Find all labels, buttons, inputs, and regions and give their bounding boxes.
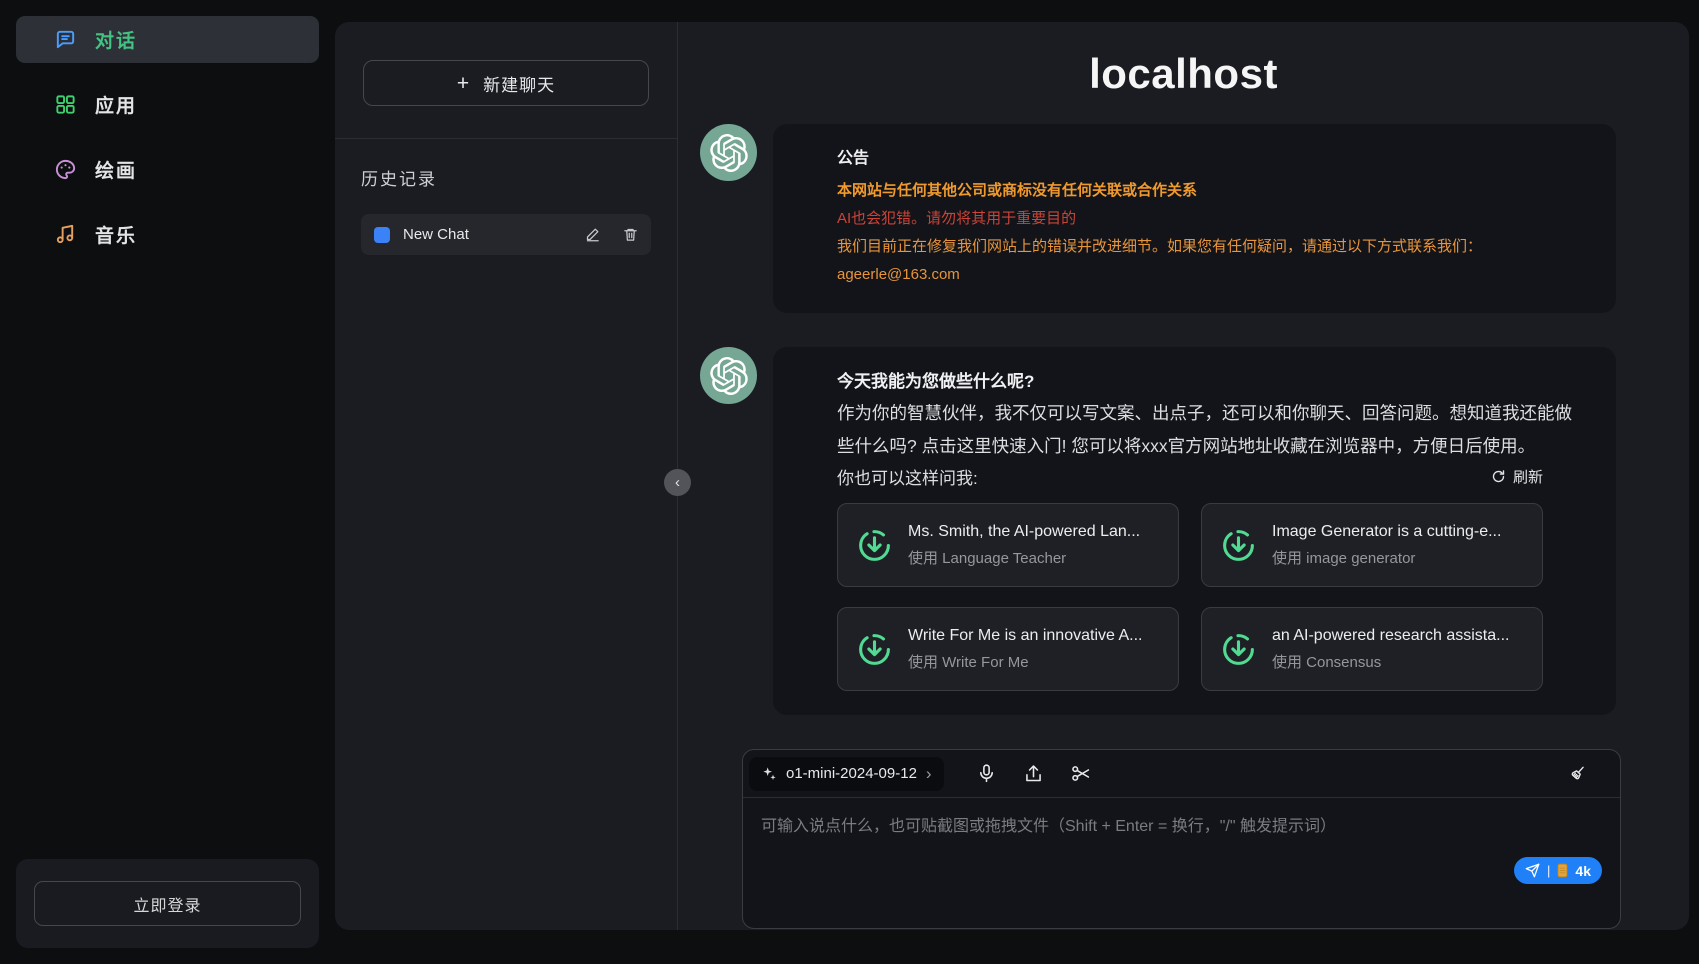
- openai-logo-icon: [710, 134, 748, 172]
- token-coin-icon: [1557, 863, 1568, 878]
- login-card: 立即登录: [16, 859, 319, 948]
- download-circle-icon: [856, 527, 893, 564]
- ask-row: 你也可以这样问我: 刷新: [837, 464, 1543, 489]
- upload-button[interactable]: [1023, 763, 1044, 784]
- assistant-avatar: [700, 124, 757, 181]
- sidebar-item-label: 绘画: [95, 156, 137, 183]
- scissors-icon: [1070, 763, 1091, 784]
- suggestion-subtitle: 使用 Language Teacher: [908, 547, 1140, 568]
- suggestion-card[interactable]: Ms. Smith, the AI-powered Lan... 使用 Lang…: [837, 503, 1179, 587]
- announcement-line: 我们目前正在修复我们网站上的错误并改进细节。如果您有任何疑问，请通过以下方式联系…: [837, 233, 1580, 261]
- message-row: 公告 本网站与任何其他公司或商标没有任何关联或合作关系 AI也会犯错。请勿将其用…: [700, 124, 1616, 313]
- sidebar-item-label: 应用: [95, 91, 137, 118]
- suggestion-subtitle: 使用 Write For Me: [908, 651, 1142, 672]
- collapse-panel-button[interactable]: ‹: [664, 469, 691, 496]
- contact-email: ageerle@163.com: [837, 261, 1580, 289]
- ask-label: 你也可以这样问我:: [837, 464, 978, 489]
- welcome-heading: 今天我能为您做些什么呢?: [837, 367, 1580, 392]
- sidebar-item-label: 对话: [95, 26, 137, 53]
- assistant-message-announcement: 公告 本网站与任何其他公司或商标没有任何关联或合作关系 AI也会犯错。请勿将其用…: [773, 124, 1616, 313]
- download-circle-icon: [1220, 631, 1257, 668]
- new-chat-label: 新建聊天: [483, 71, 555, 96]
- sidebar-item-music[interactable]: 音乐: [16, 211, 319, 258]
- plus-icon: +: [457, 73, 470, 94]
- suggestion-title: Image Generator is a cutting-e...: [1272, 523, 1501, 541]
- suggestion-card[interactable]: Write For Me is an innovative A... 使用 Wr…: [837, 607, 1179, 691]
- chat-color-swatch: [374, 227, 390, 243]
- assistant-message-welcome: 今天我能为您做些什么呢? 作为你的智慧伙伴，我不仅可以写文案、出点子，还可以和你…: [773, 347, 1616, 715]
- suggestion-subtitle: 使用 Consensus: [1272, 651, 1509, 672]
- sidebar-item-chat[interactable]: 对话: [16, 16, 319, 63]
- grid-icon: [54, 93, 77, 116]
- page-title: localhost: [678, 50, 1689, 98]
- chat-list-header: + 新建聊天: [335, 22, 677, 138]
- welcome-body: 作为你的智慧伙伴，我不仅可以写文案、出点子，还可以和你聊天、回答问题。想知道我还…: [837, 397, 1580, 463]
- microphone-button[interactable]: [976, 763, 997, 784]
- delete-icon[interactable]: [623, 227, 638, 242]
- clear-context-button[interactable]: [1567, 763, 1588, 784]
- announcement-heading: 公告: [837, 144, 1580, 168]
- suggestion-subtitle: 使用 image generator: [1272, 547, 1501, 568]
- new-chat-button[interactable]: + 新建聊天: [363, 60, 649, 106]
- sidebar-item-label: 音乐: [95, 221, 137, 248]
- app-root: 对话 应用: [0, 0, 1699, 964]
- microphone-icon: [976, 763, 997, 784]
- content-shell: + 新建聊天 历史记录 New Chat: [335, 22, 1689, 930]
- suggestion-card[interactable]: Image Generator is a cutting-e... 使用 ima…: [1201, 503, 1543, 587]
- model-selector[interactable]: o1-mini-2024-09-12 ›: [749, 757, 944, 791]
- broom-icon: [1567, 763, 1588, 784]
- announcement-line: AI也会犯错。请勿将其用于重要目的: [837, 205, 1580, 233]
- login-button[interactable]: 立即登录: [34, 881, 301, 926]
- model-label: o1-mini-2024-09-12: [786, 765, 917, 782]
- download-circle-icon: [856, 631, 893, 668]
- composer: o1-mini-2024-09-12 ›: [742, 749, 1621, 929]
- chevron-right-icon: ›: [926, 765, 932, 782]
- sidebar: 对话 应用: [0, 0, 335, 964]
- sidebar-item-drawing[interactable]: 绘画: [16, 146, 319, 193]
- suggestion-title: Ms. Smith, the AI-powered Lan...: [908, 523, 1140, 541]
- suggestion-grid: Ms. Smith, the AI-powered Lan... 使用 Lang…: [837, 503, 1580, 691]
- paper-plane-icon: [1525, 863, 1540, 878]
- chat-list-panel: + 新建聊天 历史记录 New Chat: [335, 22, 678, 930]
- composer-toolbar: o1-mini-2024-09-12 ›: [743, 750, 1620, 798]
- sidebar-item-apps[interactable]: 应用: [16, 81, 319, 128]
- scissors-button[interactable]: [1070, 763, 1091, 784]
- sidebar-nav: 对话 应用: [16, 16, 319, 276]
- assistant-avatar: [700, 347, 757, 404]
- history-title: 历史记录: [361, 165, 651, 190]
- chat-item-title: New Chat: [403, 226, 572, 243]
- chat-bubble-icon: [54, 28, 77, 51]
- message-input[interactable]: [743, 798, 1620, 928]
- refresh-suggestions-button[interactable]: 刷新: [1491, 466, 1543, 487]
- send-divider: |: [1547, 863, 1550, 878]
- openai-logo-icon: [710, 357, 748, 395]
- suggestion-title: Write For Me is an innovative A...: [908, 627, 1142, 645]
- message-row: 今天我能为您做些什么呢? 作为你的智慧伙伴，我不仅可以写文案、出点子，还可以和你…: [700, 347, 1616, 715]
- music-note-icon: [54, 223, 77, 246]
- edit-icon[interactable]: [585, 227, 600, 242]
- sparkle-icon: [761, 766, 777, 782]
- send-button[interactable]: | 4k: [1514, 857, 1602, 884]
- composer-body: | 4k: [743, 798, 1620, 928]
- suggestion-title: an AI-powered research assista...: [1272, 627, 1509, 645]
- chat-list-item[interactable]: New Chat: [361, 214, 651, 255]
- upload-icon: [1023, 763, 1044, 784]
- history-section: 历史记录 New Chat: [335, 139, 677, 255]
- download-circle-icon: [1220, 527, 1257, 564]
- token-count: 4k: [1575, 863, 1591, 879]
- announcement-line: 本网站与任何其他公司或商标没有任何关联或合作关系: [837, 177, 1580, 205]
- palette-icon: [54, 158, 77, 181]
- suggestion-card[interactable]: an AI-powered research assista... 使用 Con…: [1201, 607, 1543, 691]
- refresh-icon: [1491, 469, 1506, 484]
- chat-main: localhost 公告 本网站与任何其他公司或商标没有任何关联或合作关系 AI…: [678, 22, 1689, 930]
